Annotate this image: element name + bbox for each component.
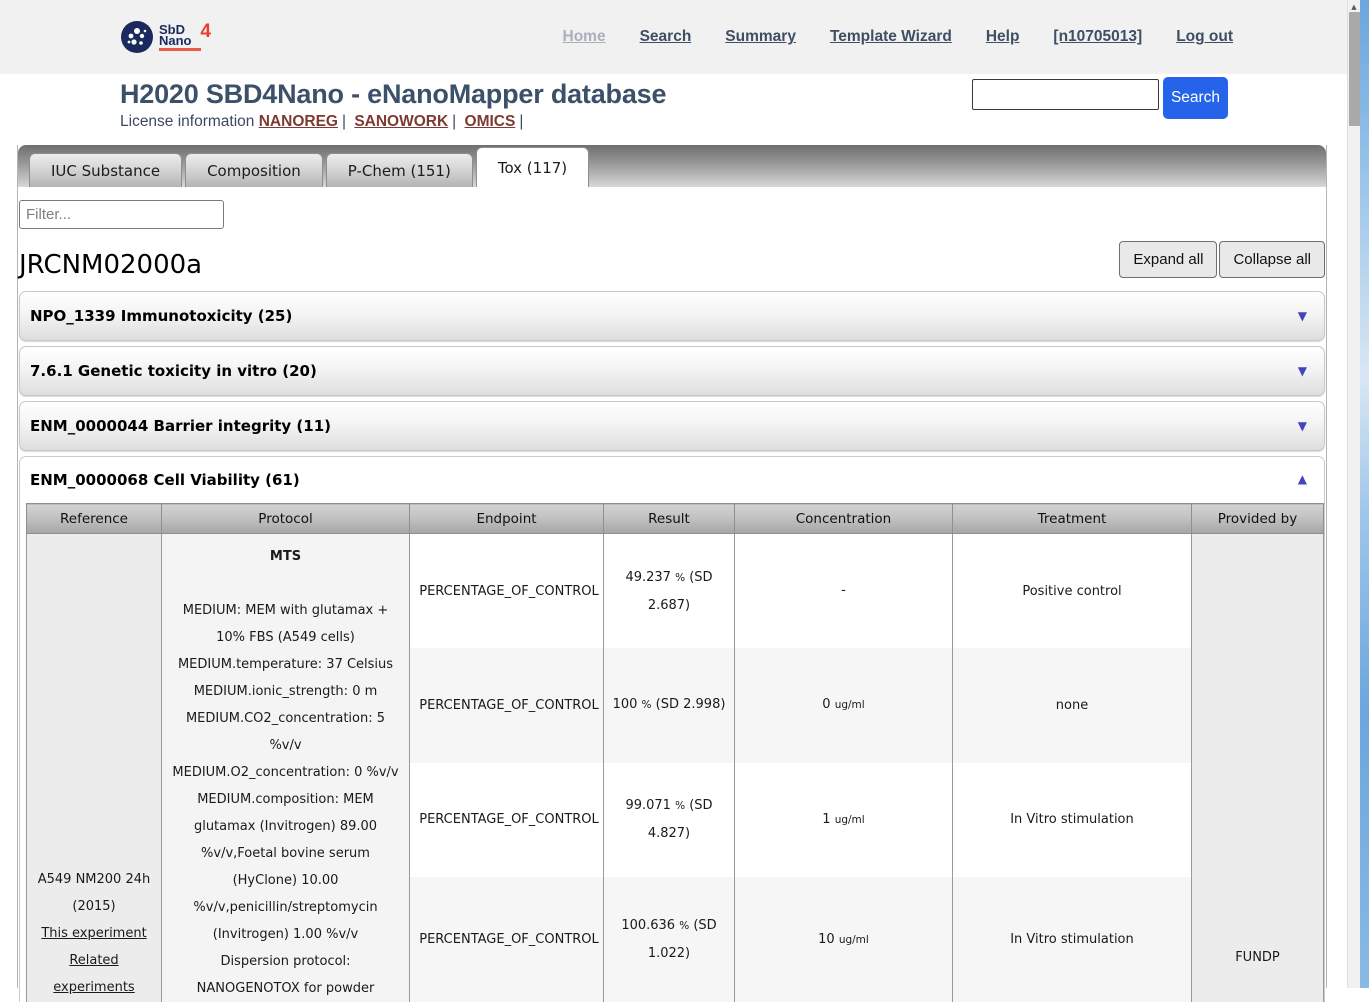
- chevron-down-icon: ▼: [1298, 419, 1307, 433]
- tab-composition[interactable]: Composition: [185, 153, 323, 187]
- chevron-down-icon: ▼: [1298, 309, 1307, 323]
- logo-tagline: [159, 48, 201, 51]
- sbd4nano-logo[interactable]: SbD Nano 4: [120, 20, 201, 54]
- col-header-result: Result: [604, 504, 735, 534]
- protocol-cell: MTS MEDIUM: MEM with glutamax + 10% FBS …: [162, 534, 410, 1002]
- license-label: License information: [120, 113, 254, 130]
- col-header-protocol: Protocol: [162, 504, 410, 534]
- top-nav: SbD Nano 4 Home Search Summary Template …: [0, 0, 1347, 74]
- related-experiments-link[interactable]: Related experiments: [27, 947, 161, 1001]
- result-cell: 100.636 % (SD 1.022): [604, 877, 735, 1002]
- nav-link-template-wizard[interactable]: Template Wizard: [830, 28, 952, 46]
- logo-line2: Nano: [159, 35, 201, 46]
- search-input[interactable]: [972, 79, 1159, 110]
- nav-link-home[interactable]: Home: [563, 28, 606, 46]
- endpoint-cell: PERCENTAGE_OF_CONTROL: [410, 648, 604, 763]
- page: SbD Nano 4 Home Search Summary Template …: [0, 0, 1347, 988]
- endpoint-cell: PERCENTAGE_OF_CONTROL: [410, 877, 604, 1002]
- nav-link-help[interactable]: Help: [986, 28, 1020, 46]
- tab-pchem[interactable]: P-Chem (151): [326, 153, 473, 187]
- treatment-cell: In Vitro stimulation: [953, 877, 1192, 1002]
- nav-link-search[interactable]: Search: [640, 28, 692, 46]
- reference-cell: A549 NM200 24h (2015) This experiment Re…: [27, 534, 162, 1002]
- logo-molecule-icon: [120, 20, 154, 54]
- filter-input[interactable]: [19, 200, 224, 229]
- nav-link-logout[interactable]: Log out: [1176, 28, 1233, 46]
- license-link-nanoreg[interactable]: NANOREG: [259, 113, 338, 130]
- page-header: H2020 SBD4Nano - eNanoMapper database Se…: [0, 79, 1347, 150]
- tab-strip: IUC Substance Composition P-Chem (151) T…: [18, 145, 1326, 187]
- result-cell: 99.071 % (SD 4.827): [604, 763, 735, 878]
- concentration-cell: 0 ug/ml: [735, 648, 953, 763]
- license-link-omics[interactable]: OMICS: [465, 113, 516, 130]
- expand-all-button[interactable]: Expand all: [1119, 241, 1217, 278]
- col-header-provided-by: Provided by: [1192, 504, 1324, 534]
- provided-by-value: FUNDP: [1192, 944, 1323, 971]
- window-edge: [1360, 0, 1369, 988]
- license-link-sanowork[interactable]: SANOWORK: [354, 113, 448, 130]
- endpoint-cell: PERCENTAGE_OF_CONTROL: [410, 534, 604, 649]
- treatment-cell: none: [953, 648, 1192, 763]
- accordion-barrier-integrity[interactable]: ENM_0000044 Barrier integrity (11) ▼: [19, 401, 1325, 451]
- accordion-immunotoxicity[interactable]: NPO_1339 Immunotoxicity (25) ▼: [19, 291, 1325, 341]
- tab-iuc-substance[interactable]: IUC Substance: [29, 153, 182, 187]
- accordion-genetic-toxicity[interactable]: 7.6.1 Genetic toxicity in vitro (20) ▼: [19, 346, 1325, 396]
- col-header-treatment: Treatment: [953, 504, 1192, 534]
- chevron-down-icon: ▼: [1298, 364, 1307, 378]
- main-container: IUC Substance Composition P-Chem (151) T…: [17, 145, 1327, 988]
- nav-link-summary[interactable]: Summary: [725, 28, 796, 46]
- result-cell: 49.237 % (SD 2.687): [604, 534, 735, 649]
- protocol-name: MTS: [172, 543, 399, 570]
- accordion-cell-viability[interactable]: ENM_0000068 Cell Viability (61) ▲: [20, 457, 1324, 503]
- col-header-concentration: Concentration: [735, 504, 953, 534]
- col-header-reference: Reference: [27, 504, 162, 534]
- provided-by-cell: FUNDP: [1192, 534, 1324, 1002]
- concentration-cell: -: [735, 534, 953, 649]
- reference-title: A549 NM200 24h (2015): [27, 866, 161, 920]
- this-experiment-link[interactable]: This experiment: [27, 920, 161, 947]
- nav-link-user[interactable]: [n10705013]: [1053, 28, 1142, 46]
- search-button[interactable]: Search: [1163, 77, 1228, 119]
- accordion-cell-viability-section: ENM_0000068 Cell Viability (61) ▲ Refere…: [19, 456, 1325, 1002]
- nav-links: Home Search Summary Template Wizard Help…: [563, 28, 1233, 46]
- results-table: Reference Protocol Endpoint Result Conce…: [26, 503, 1324, 1002]
- tab-tox[interactable]: Tox (117): [476, 147, 589, 187]
- concentration-cell: 10 ug/ml: [735, 877, 953, 1002]
- treatment-cell: In Vitro stimulation: [953, 763, 1192, 878]
- scrollbar-thumb[interactable]: [1349, 12, 1360, 126]
- endpoint-cell: PERCENTAGE_OF_CONTROL: [410, 763, 604, 878]
- table-row: A549 NM200 24h (2015) This experiment Re…: [27, 534, 1324, 649]
- table-header-row: Reference Protocol Endpoint Result Conce…: [27, 504, 1324, 534]
- col-header-endpoint: Endpoint: [410, 504, 604, 534]
- treatment-cell: Positive control: [953, 534, 1192, 649]
- concentration-cell: 1 ug/ml: [735, 763, 953, 878]
- tox-panel: Expand all Collapse all JRCNM02000a NPO_…: [18, 187, 1326, 1002]
- logo-number: 4: [200, 26, 211, 37]
- collapse-all-button[interactable]: Collapse all: [1219, 241, 1325, 278]
- result-cell: 100 % (SD 2.998): [604, 648, 735, 763]
- chevron-up-icon: ▲: [1298, 472, 1307, 486]
- accordion-buttons: Expand all Collapse all: [1119, 241, 1325, 278]
- vertical-scrollbar[interactable]: ▲: [1347, 0, 1360, 988]
